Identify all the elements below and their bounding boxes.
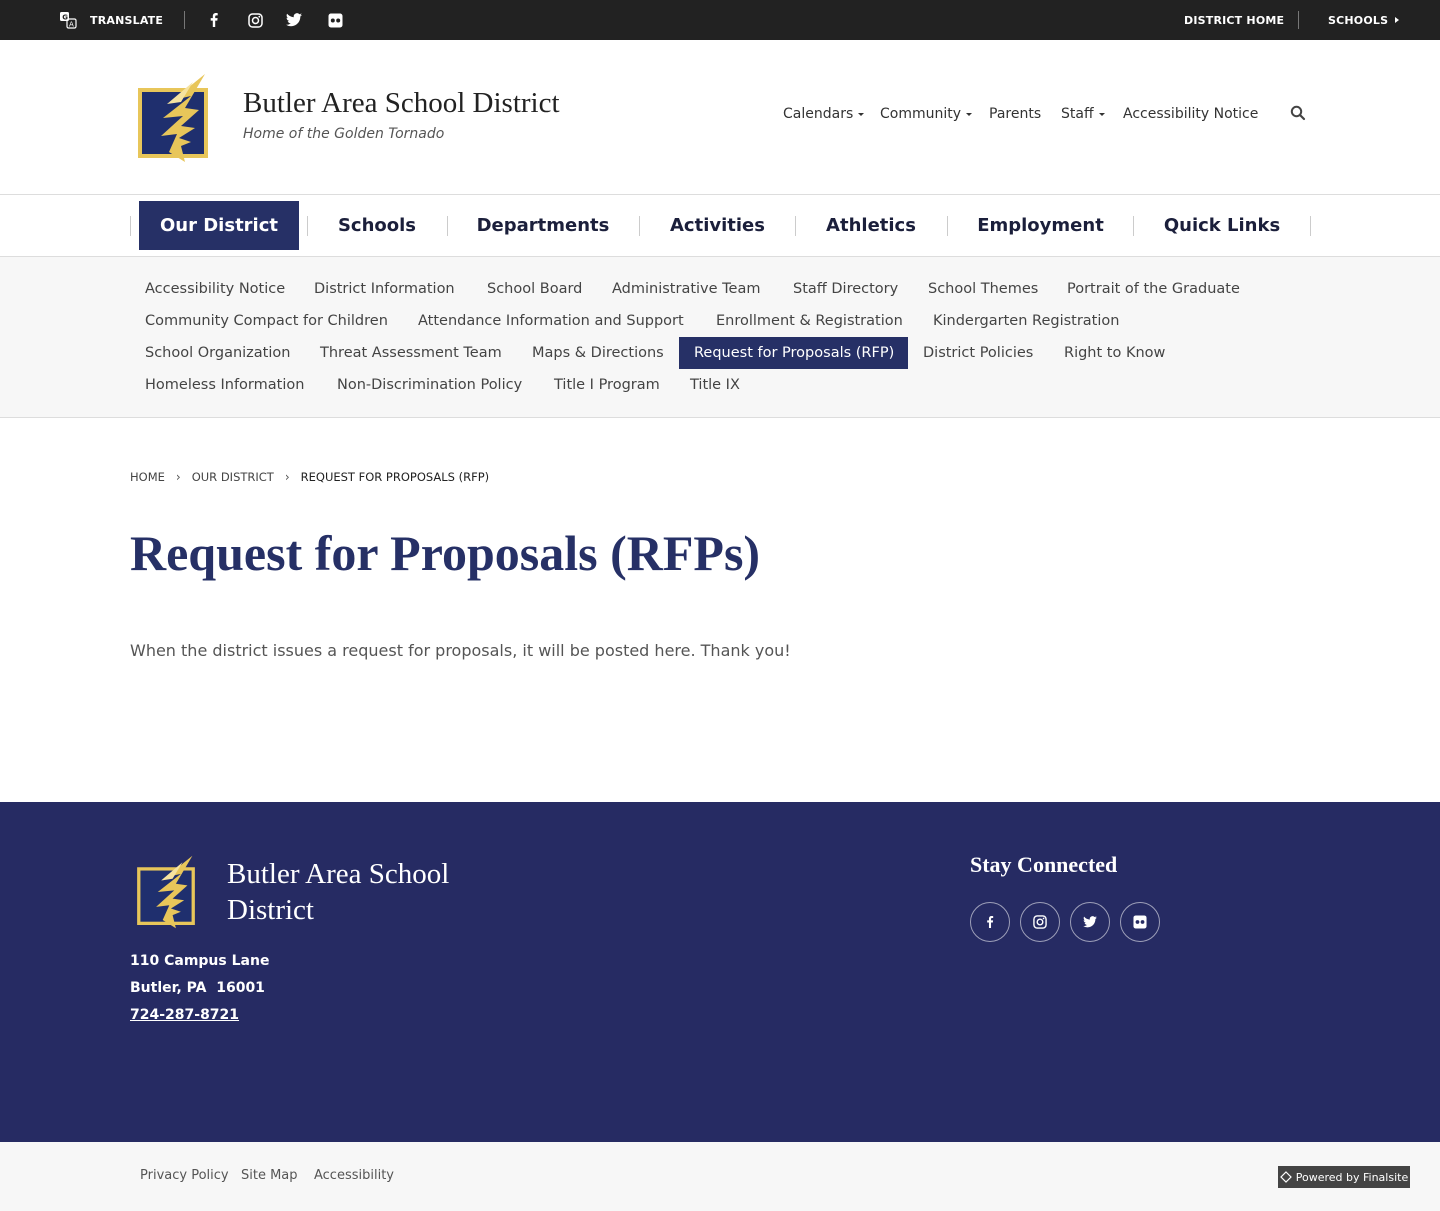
flickr-icon[interactable] bbox=[325, 10, 345, 30]
caret-down-icon bbox=[1098, 112, 1105, 116]
breadcrumb: HOME › OUR DISTRICT › REQUEST FOR PROPOS… bbox=[130, 470, 489, 484]
footer-phone-link[interactable]: 724-287-8721 bbox=[130, 1007, 239, 1023]
finalsite-icon bbox=[1279, 1171, 1292, 1183]
main-nav-athletics[interactable]: Athletics bbox=[806, 201, 936, 250]
footer-address-line2: Butler, PA 16001 bbox=[130, 980, 265, 996]
subnav-district-information[interactable]: District Information bbox=[299, 273, 470, 305]
main-nav-employment[interactable]: Employment bbox=[958, 201, 1123, 250]
site-title[interactable]: Butler Area School District bbox=[243, 87, 560, 120]
caret-right-icon bbox=[1395, 17, 1400, 23]
utility-nav-parents[interactable]: Parents bbox=[989, 104, 1041, 124]
utility-nav-label: Accessibility Notice bbox=[1123, 106, 1259, 122]
accessibility-link[interactable]: Accessibility bbox=[314, 1168, 394, 1183]
subnav-kindergarten-registration[interactable]: Kindergarten Registration bbox=[918, 305, 1134, 337]
footer-address-line1: 110 Campus Lane bbox=[130, 953, 270, 969]
divider bbox=[947, 216, 948, 236]
main-nav: Our District Schools Departments Activit… bbox=[0, 195, 1440, 257]
main-nav-our-district[interactable]: Our District bbox=[139, 201, 299, 250]
facebook-icon[interactable] bbox=[204, 10, 224, 30]
divider bbox=[639, 216, 640, 236]
search-icon[interactable] bbox=[1290, 105, 1310, 125]
subnav-accessibility-notice[interactable]: Accessibility Notice bbox=[130, 273, 300, 305]
subnav-title-ix[interactable]: Title IX bbox=[675, 369, 755, 401]
breadcrumb-home[interactable]: HOME bbox=[130, 470, 165, 484]
utility-nav-staff[interactable]: Staff bbox=[1061, 104, 1105, 124]
utility-nav-community[interactable]: Community bbox=[880, 104, 973, 124]
main-nav-activities[interactable]: Activities bbox=[650, 201, 785, 250]
main-nav-quick-links[interactable]: Quick Links bbox=[1144, 201, 1300, 250]
schools-dropdown[interactable]: SCHOOLS bbox=[1328, 0, 1401, 40]
subnav-staff-directory[interactable]: Staff Directory bbox=[778, 273, 913, 305]
subnav-title-i-program[interactable]: Title I Program bbox=[539, 369, 675, 401]
divider bbox=[184, 11, 185, 29]
subnav-homeless-information[interactable]: Homeless Information bbox=[130, 369, 319, 401]
section-sub-nav: Accessibility Notice District Informatio… bbox=[0, 257, 1440, 418]
subnav-request-for-proposals[interactable]: Request for Proposals (RFP) bbox=[679, 337, 908, 369]
subnav-school-organization[interactable]: School Organization bbox=[130, 337, 305, 369]
footer-instagram-icon[interactable] bbox=[1020, 902, 1060, 942]
divider bbox=[1133, 216, 1134, 236]
chevron-right-icon: › bbox=[284, 470, 290, 484]
subnav-school-themes[interactable]: School Themes bbox=[913, 273, 1053, 305]
powered-by-label: Powered by Finalsite bbox=[1295, 1170, 1409, 1184]
subnav-community-compact[interactable]: Community Compact for Children bbox=[130, 305, 403, 337]
utility-nav-label: Staff bbox=[1061, 106, 1094, 122]
footer-logo[interactable] bbox=[133, 854, 199, 930]
schools-label: SCHOOLS bbox=[1328, 13, 1389, 27]
caret-down-icon bbox=[858, 112, 865, 116]
chevron-right-icon: › bbox=[175, 470, 181, 484]
translate-icon[interactable]: G A bbox=[58, 10, 78, 30]
subnav-portrait-of-the-graduate[interactable]: Portrait of the Graduate bbox=[1052, 273, 1255, 305]
breadcrumb-current: REQUEST FOR PROPOSALS (RFP) bbox=[300, 470, 490, 484]
page-body-text: When the district issues a request for p… bbox=[130, 641, 791, 660]
bottom-bar: Privacy Policy Site Map Accessibility Po… bbox=[0, 1142, 1440, 1211]
subnav-district-policies[interactable]: District Policies bbox=[908, 337, 1048, 369]
translate-button[interactable]: TRANSLATE bbox=[90, 0, 163, 40]
district-logo[interactable] bbox=[133, 72, 213, 164]
subnav-right-to-know[interactable]: Right to Know bbox=[1049, 337, 1180, 369]
privacy-policy-link[interactable]: Privacy Policy bbox=[140, 1168, 229, 1183]
footer-flickr-icon[interactable] bbox=[1120, 902, 1160, 942]
twitter-icon[interactable] bbox=[284, 10, 304, 30]
subnav-administrative-team[interactable]: Administrative Team bbox=[597, 273, 775, 305]
top-bar: G A TRANSLATE DISTRICT HOME SCHOOLS bbox=[0, 0, 1440, 40]
district-home-link[interactable]: DISTRICT HOME bbox=[1184, 0, 1284, 40]
subnav-maps-directions[interactable]: Maps & Directions bbox=[517, 337, 679, 369]
main-nav-schools[interactable]: Schools bbox=[317, 201, 437, 250]
powered-by-badge[interactable]: Powered by Finalsite bbox=[1278, 1166, 1410, 1188]
divider bbox=[130, 216, 131, 236]
stay-connected-heading: Stay Connected bbox=[970, 852, 1118, 877]
divider bbox=[307, 216, 308, 236]
site-header: Butler Area School District Home of the … bbox=[0, 40, 1440, 195]
utility-nav-label: Calendars bbox=[783, 106, 854, 122]
footer-twitter-icon[interactable] bbox=[1070, 902, 1110, 942]
subnav-attendance-information[interactable]: Attendance Information and Support bbox=[403, 305, 699, 337]
divider bbox=[447, 216, 448, 236]
subnav-enrollment-registration[interactable]: Enrollment & Registration bbox=[701, 305, 918, 337]
divider bbox=[795, 216, 796, 236]
utility-nav-calendars[interactable]: Calendars bbox=[783, 104, 865, 124]
utility-nav-label: Parents bbox=[989, 106, 1042, 122]
subnav-school-board[interactable]: School Board bbox=[472, 273, 597, 305]
site-map-link[interactable]: Site Map bbox=[241, 1168, 298, 1183]
breadcrumb-our-district[interactable]: OUR DISTRICT bbox=[192, 470, 274, 484]
svg-text:A: A bbox=[69, 21, 74, 29]
footer-title: Butler Area School District bbox=[227, 858, 450, 926]
divider bbox=[1298, 11, 1299, 29]
page-title: Request for Proposals (RFPs) bbox=[130, 525, 761, 581]
instagram-icon[interactable] bbox=[245, 10, 265, 30]
subnav-non-discrimination-policy[interactable]: Non-Discrimination Policy bbox=[322, 369, 537, 401]
main-nav-departments[interactable]: Departments bbox=[458, 201, 628, 250]
utility-nav-label: Community bbox=[880, 106, 962, 122]
divider bbox=[1310, 216, 1311, 236]
subnav-threat-assessment-team[interactable]: Threat Assessment Team bbox=[305, 337, 517, 369]
footer-facebook-icon[interactable] bbox=[970, 902, 1010, 942]
utility-nav-accessibility-notice[interactable]: Accessibility Notice bbox=[1123, 104, 1258, 124]
site-footer: Butler Area School District 110 Campus L… bbox=[0, 802, 1440, 1142]
caret-down-icon bbox=[966, 112, 973, 116]
site-subtitle: Home of the Golden Tornado bbox=[243, 126, 445, 142]
